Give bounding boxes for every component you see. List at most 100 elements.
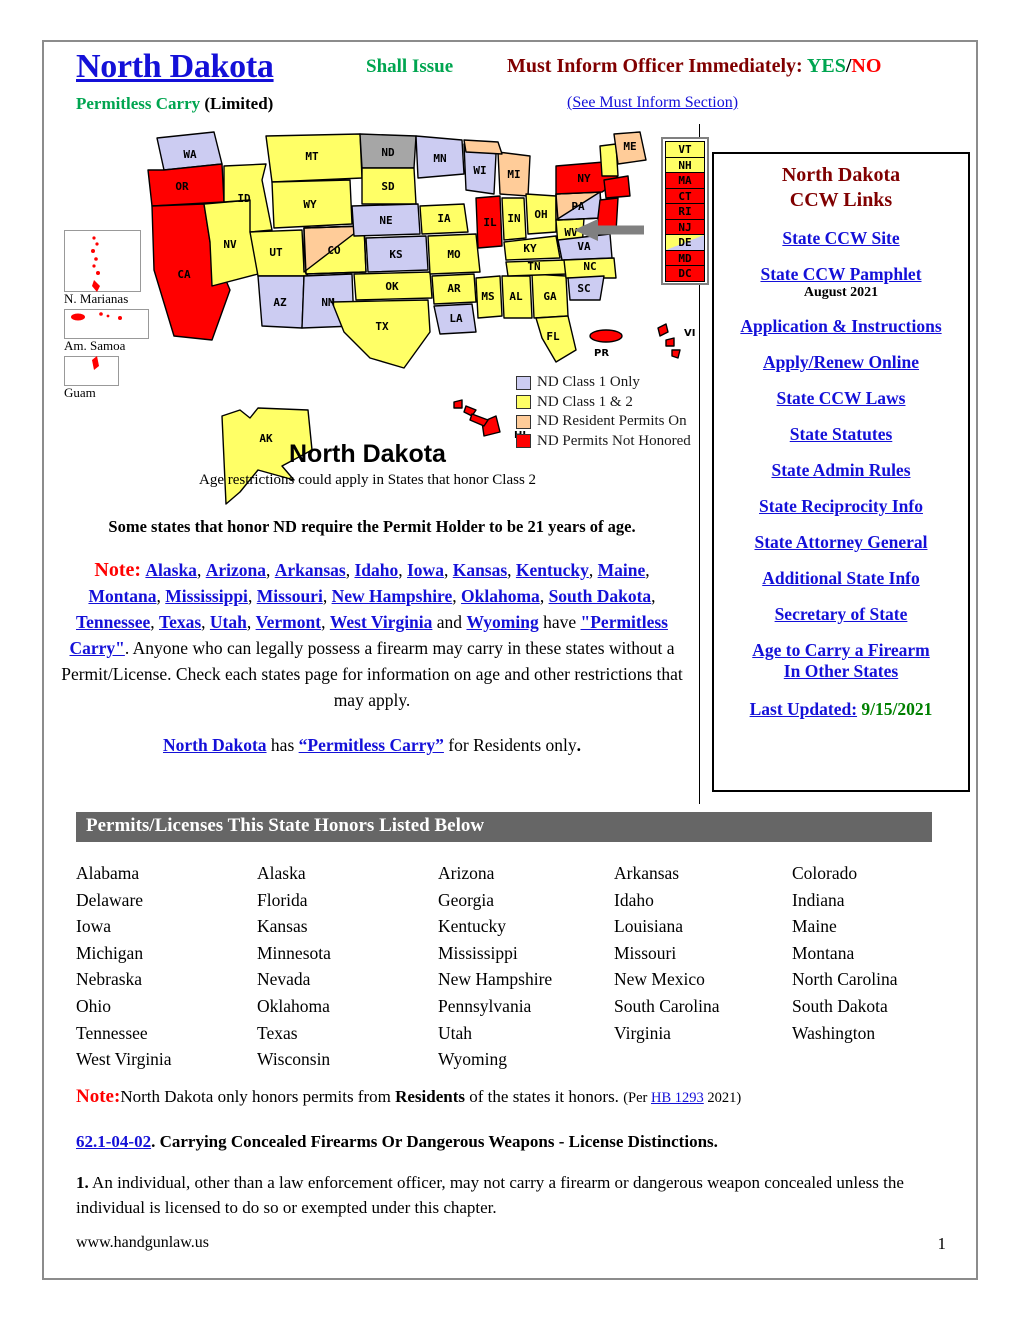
ccw-link-state-admin-rules[interactable]: State Admin Rules xyxy=(714,460,968,481)
permitless-state-link[interactable]: Arkansas xyxy=(275,560,346,580)
svg-text:NV: NV xyxy=(223,238,237,251)
ccw-link-state-statutes[interactable]: State Statutes xyxy=(714,424,968,445)
map-legend-label: ND Class 1 & 2 xyxy=(537,393,633,410)
ccw-link-state-ccw-laws[interactable]: State CCW Laws xyxy=(714,388,968,409)
bill-link-hb1293[interactable]: HB 1293 xyxy=(651,1090,704,1106)
permitless-state-link[interactable]: Tennessee xyxy=(76,612,150,632)
svg-text:NY: NY xyxy=(577,172,591,185)
honored-state-cell: Montana xyxy=(792,942,855,963)
svg-text:AL: AL xyxy=(509,290,523,303)
see-must-inform-link[interactable]: (See Must Inform Section) xyxy=(567,94,738,112)
svg-text:WV: WV xyxy=(564,226,578,239)
honored-state-cell: North Carolina xyxy=(792,969,898,990)
permitless-state-link[interactable]: Iowa xyxy=(407,560,444,580)
svg-text:GA: GA xyxy=(543,290,557,303)
list-separator: , xyxy=(443,560,453,580)
resident-period: . xyxy=(576,735,581,755)
permitless-state-link[interactable]: Vermont xyxy=(256,612,321,632)
resident-permitless-quoted[interactable]: “Permitless Carry” xyxy=(299,735,444,755)
permitless-carry-subtitle: Permitless Carry (Limited) xyxy=(76,94,273,114)
honored-state-cell: Arizona xyxy=(438,863,495,883)
map-state-tx xyxy=(331,299,431,369)
list-separator: , xyxy=(452,586,462,606)
permitless-state-link-wyoming[interactable]: Wyoming xyxy=(466,612,538,632)
permitless-state-link[interactable]: Oklahoma xyxy=(461,586,540,606)
honored-state-cell: Iowa xyxy=(76,916,111,937)
map-legend-label: ND Permits Not Honored xyxy=(537,432,691,449)
map-state-ma-ct-ri xyxy=(603,175,631,199)
east-coast-strip: VT NH MA CT RI NJ DE MD DC xyxy=(661,137,709,285)
map-territory-vi-a xyxy=(657,323,669,337)
permitless-state-link[interactable]: Missouri xyxy=(257,586,323,606)
permitless-state-link[interactable]: Maine xyxy=(598,560,646,580)
permitless-state-link[interactable]: South Dakota xyxy=(549,586,652,606)
territory-shapes xyxy=(71,236,122,370)
svg-text:SC: SC xyxy=(577,282,590,295)
honored-state-cell: Florida xyxy=(257,889,308,910)
list-separator: , xyxy=(507,560,516,580)
svg-text:TX: TX xyxy=(375,320,389,333)
svg-text:MI: MI xyxy=(507,168,520,181)
permitless-state-link[interactable]: New Hampshire xyxy=(332,586,453,606)
permitless-state-link[interactable]: Alaska xyxy=(145,560,197,580)
honored-states-grid: Alabama Alaska Arizona Arkansas Colorado Dela… xyxy=(76,860,956,1073)
map-legend-label: ND Class 1 Only xyxy=(537,374,640,391)
map-legend-row: ND Class 1 & 2 xyxy=(516,393,691,413)
page-root: North Dakota Permitless Carry (Limited) … xyxy=(0,0,1020,1320)
ccw-link-additional-state-info[interactable]: Additional State Info xyxy=(714,568,968,589)
resident-tail: for Residents only xyxy=(448,735,577,755)
permitless-state-link[interactable]: Idaho xyxy=(354,560,398,580)
map-territory-pr xyxy=(589,329,623,343)
svg-text:ND: ND xyxy=(381,146,395,159)
honored-state-cell: Washington xyxy=(792,1022,876,1043)
permitless-state-link[interactable]: West Virginia xyxy=(330,612,433,632)
svg-text:MO: MO xyxy=(447,248,461,261)
list-separator: , xyxy=(156,586,166,606)
shall-issue-badge: Shall Issue xyxy=(366,56,454,77)
permitless-state-link[interactable]: Arizona xyxy=(206,560,266,580)
svg-text:KY: KY xyxy=(523,242,537,255)
ccw-link-in-other-states[interactable]: In Other States xyxy=(714,661,968,682)
honored-state-cell: Texas xyxy=(257,1022,298,1043)
ccw-link-secretary-of-state[interactable]: Secretary of State xyxy=(714,604,968,625)
honored-state-cell: Wisconsin xyxy=(257,1049,331,1070)
map-territory-vi-c xyxy=(671,349,681,359)
ccw-link-state-attorney-general[interactable]: State Attorney General xyxy=(714,532,968,553)
statute-item-number: 1. xyxy=(76,1173,89,1192)
svg-text:OK: OK xyxy=(385,280,399,293)
map-legend: ND Class 1 Only ND Class 1 & 2 ND Resident… xyxy=(516,373,691,451)
ccw-links-panel: North Dakota CCW Links State CCW Site Sta… xyxy=(712,152,970,792)
east-strip-cell-ri: RI xyxy=(665,203,705,220)
ccw-link-application-instructions[interactable]: Application & Instructions xyxy=(714,316,968,337)
permitless-state-link[interactable]: Montana xyxy=(88,586,156,606)
note-label: Note: xyxy=(94,559,142,581)
ccw-link-apply-renew-online[interactable]: Apply/Renew Online xyxy=(714,352,968,373)
permitless-state-link[interactable]: Kentucky xyxy=(516,560,589,580)
map-legend-swatch xyxy=(516,395,531,410)
map-label-pr: PR xyxy=(594,348,609,359)
ccw-link-state-ccw-site[interactable]: State CCW Site xyxy=(714,228,968,249)
nd-state-link[interactable]: North Dakota xyxy=(163,735,267,755)
permitless-state-link[interactable]: Kansas xyxy=(453,560,507,580)
must-inform-yes: YES xyxy=(806,55,846,77)
statute-heading: 62.1-04-02. Carrying Concealed Firearms … xyxy=(76,1132,938,1152)
statute-number-link[interactable]: 62.1-04-02 xyxy=(76,1132,151,1151)
honored-state-cell: Mississippi xyxy=(438,942,518,963)
svg-text:FL: FL xyxy=(546,330,560,343)
honored-state-cell: Maine xyxy=(792,916,837,937)
honored-state-cell: Missouri xyxy=(614,942,677,963)
svg-text:IN: IN xyxy=(507,212,520,225)
permitless-state-link[interactable]: Utah xyxy=(210,612,247,632)
svg-text:ME: ME xyxy=(623,140,636,153)
ccw-link-state-reciprocity-info[interactable]: State Reciprocity Info xyxy=(714,496,968,517)
permitless-state-link[interactable]: Mississippi xyxy=(165,586,248,606)
honored-state-cell: Louisiana xyxy=(614,916,684,937)
ccw-link-age-to-carry-a-firearm[interactable]: Age to Carry a Firearm xyxy=(714,640,968,661)
svg-text:AK: AK xyxy=(259,432,273,445)
map-state-mi-up xyxy=(463,139,503,155)
last-updated-label[interactable]: Last Updated: xyxy=(750,699,857,719)
ccw-link-state-ccw-pamphlet[interactable]: State CCW Pamphlet xyxy=(714,264,968,285)
last-updated-row: Last Updated: 9/15/2021 xyxy=(714,699,968,720)
svg-text:WA: WA xyxy=(183,148,197,161)
permitless-state-link[interactable]: Texas xyxy=(159,612,201,632)
